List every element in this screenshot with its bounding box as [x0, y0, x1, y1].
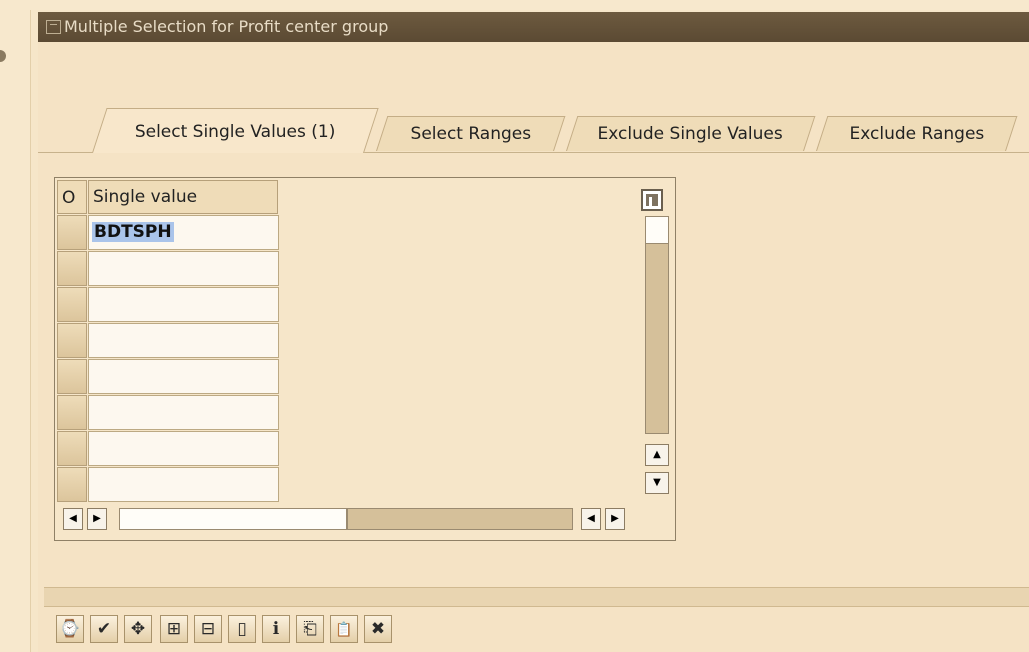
window-title: Multiple Selection for Profit center gro…	[64, 17, 389, 36]
clock-execute-icon: ⌚	[59, 619, 81, 639]
scroll-left-icon[interactable]: ◀	[581, 508, 601, 530]
left-frame	[0, 0, 31, 652]
copy-button[interactable]: ✔	[90, 615, 118, 643]
import-icon: ⎗	[303, 619, 317, 639]
arrows-icon: ✥	[130, 619, 146, 639]
scroll-up-icon[interactable]: ▲	[645, 444, 669, 466]
row-selector[interactable]	[57, 251, 87, 286]
table-row	[57, 431, 279, 467]
horizontal-scroll-thumb[interactable]	[119, 508, 347, 530]
row-selector[interactable]	[57, 467, 87, 502]
frame-handle	[0, 50, 6, 62]
table-row	[57, 251, 279, 287]
top-frame	[30, 0, 1029, 10]
tab-select-ranges[interactable]: Select Ranges	[376, 116, 566, 151]
multiple-selection-dialog: Multiple Selection for Profit center gro…	[38, 12, 1029, 652]
import-button[interactable]: ⎗	[296, 615, 324, 643]
scroll-down-icon[interactable]: ▼	[645, 472, 669, 494]
single-value-input[interactable]	[88, 359, 279, 394]
cancel-button[interactable]: ✖	[364, 615, 392, 643]
help-button[interactable]: ℹ	[262, 615, 290, 643]
vertical-scroll-thumb[interactable]	[645, 216, 669, 244]
multiple-selection-button[interactable]: ✥	[124, 615, 152, 643]
scroll-right-icon[interactable]: ▶	[87, 508, 107, 530]
table-row	[57, 287, 279, 323]
tab-select-single-values[interactable]: Select Single Values (1)	[92, 108, 379, 153]
vertical-scrollbar[interactable]: ▲ ▼	[645, 216, 669, 498]
selected-text: BDTSPH	[92, 222, 174, 242]
tab-label: Exclude Ranges	[849, 124, 984, 144]
window-icon	[46, 20, 61, 34]
execute-button[interactable]: ⌚	[56, 615, 84, 643]
column-header-single-value[interactable]: Single value	[88, 180, 278, 214]
scroll-left-icon[interactable]: ◀	[63, 508, 83, 530]
tab-label: Select Ranges	[410, 124, 531, 144]
tab-exclude-ranges[interactable]: Exclude Ranges	[816, 116, 1018, 151]
checkmark-icon: ✔	[96, 619, 112, 639]
row-selector[interactable]	[57, 287, 87, 322]
trash-icon: ▯	[237, 619, 247, 639]
footer-separator	[44, 587, 1029, 607]
single-values-table: O Single value BDTSPH ▲ ▼ ◀ ▶ ◀ ▶	[54, 177, 676, 541]
row-selector[interactable]	[57, 323, 87, 358]
single-value-input[interactable]	[88, 251, 279, 286]
column-header-o[interactable]: O	[57, 180, 87, 214]
delete-line-button[interactable]: ⊟	[194, 615, 222, 643]
row-selector[interactable]	[57, 431, 87, 466]
delete-all-button[interactable]: ▯	[228, 615, 256, 643]
scroll-right-icon[interactable]: ▶	[605, 508, 625, 530]
clipboard-icon: 📋	[335, 622, 353, 638]
row-selector[interactable]	[57, 359, 87, 394]
column-settings-icon[interactable]	[641, 189, 663, 211]
table-row	[57, 395, 279, 431]
upload-clipboard-button[interactable]: 📋	[330, 615, 358, 643]
single-value-input[interactable]	[88, 323, 279, 358]
table-row	[57, 359, 279, 395]
tab-label: Exclude Single Values	[597, 124, 784, 144]
insert-row-icon: ⊞	[166, 619, 182, 639]
close-icon: ✖	[370, 619, 386, 639]
row-selector[interactable]	[57, 395, 87, 430]
single-value-input[interactable]	[88, 395, 279, 430]
single-value-input[interactable]: BDTSPH	[88, 215, 279, 250]
tab-label: Select Single Values (1)	[134, 122, 336, 142]
info-icon: ℹ	[272, 619, 280, 639]
horizontal-scroll-track[interactable]	[347, 508, 573, 530]
single-value-input[interactable]	[88, 431, 279, 466]
single-value-input[interactable]	[88, 467, 279, 502]
row-selector[interactable]	[57, 215, 87, 250]
vertical-scroll-track[interactable]	[645, 244, 669, 434]
remove-row-icon: ⊟	[200, 619, 216, 639]
tab-strip: Select Single Values (1) Select Ranges E…	[74, 102, 1024, 153]
table-row	[57, 467, 279, 503]
title-bar[interactable]: Multiple Selection for Profit center gro…	[38, 12, 1029, 42]
table-row: BDTSPH	[57, 215, 279, 251]
single-value-input[interactable]	[88, 287, 279, 322]
table-row	[57, 323, 279, 359]
insert-line-button[interactable]: ⊞	[160, 615, 188, 643]
tab-exclude-single-values[interactable]: Exclude Single Values	[566, 116, 816, 151]
